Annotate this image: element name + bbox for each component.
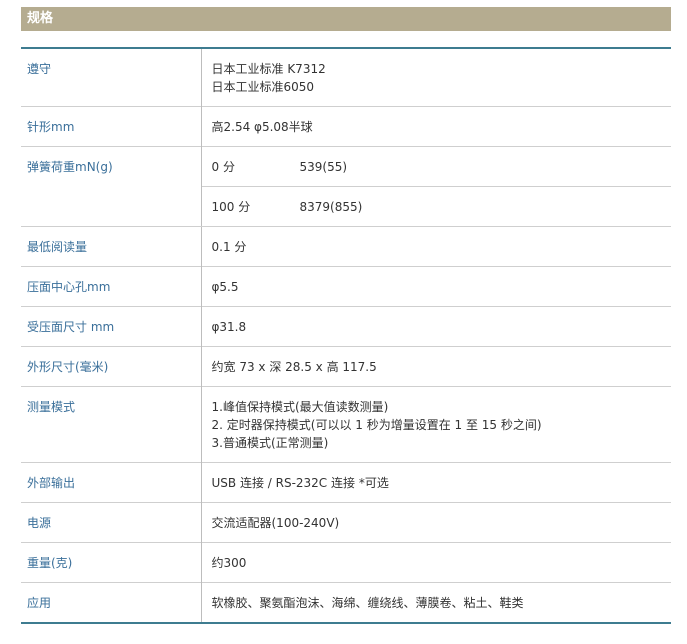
value-line: φ5.5 <box>211 280 239 294</box>
row-label: 针形mm <box>27 120 75 134</box>
row-label: 外部输出 <box>27 476 76 490</box>
table-row: 压面中心孔mm φ5.5 <box>21 266 671 307</box>
row-label: 受压面尺寸 mm <box>27 320 115 334</box>
table-row: 外形尺寸(毫米) 约宽 73 x 深 28.5 x 高 117.5 <box>21 346 671 387</box>
value-line: 日本工业标准6050 <box>211 80 315 94</box>
row-value: 1.峰值保持模式(最大值读数测量) 2. 定时器保持模式(可以以 1 秒为增量设… <box>200 386 671 463</box>
value-line: 3.普通模式(正常测量) <box>211 436 329 450</box>
value-pair: 0 分 539(55) <box>212 158 672 176</box>
row-label: 最低阅读量 <box>27 240 88 254</box>
table-row: 电源 交流适配器(100-240V) <box>21 502 671 543</box>
value-line: 0.1 分 <box>211 240 247 254</box>
value-line: 约300 <box>211 556 247 570</box>
table-row: 遵守 日本工业标准 K7312 日本工业标准6050 <box>21 48 671 107</box>
table-row: 测量模式 1.峰值保持模式(最大值读数测量) 2. 定时器保持模式(可以以 1 … <box>21 386 671 463</box>
value-line: 日本工业标准 K7312 <box>211 62 326 76</box>
pair-key: 100 分 <box>211 200 251 214</box>
row-value: 约宽 73 x 深 28.5 x 高 117.5 <box>200 346 671 387</box>
table-row: 外部输出 USB 连接 / RS-232C 连接 *可选 <box>21 462 671 503</box>
value-line: USB 连接 / RS-232C 连接 *可选 <box>211 476 389 490</box>
value-line: 约宽 73 x 深 28.5 x 高 117.5 <box>211 360 377 374</box>
row-label: 遵守 <box>27 62 52 76</box>
table-row: 重量(克) 约300 <box>21 542 671 583</box>
spec-section: 规格 遵守 日本工业标准 K7312 日本工业标准6050 针形mm 高2.54… <box>21 7 671 624</box>
row-value: USB 连接 / RS-232C 连接 *可选 <box>200 462 671 503</box>
table-row: 最低阅读量 0.1 分 <box>21 226 671 267</box>
row-value: 软橡胶、聚氨酯泡沫、海绵、缠绕线、薄膜卷、粘土、鞋类 <box>200 582 671 623</box>
row-value: 日本工业标准 K7312 日本工业标准6050 <box>200 48 671 107</box>
row-value: 0 分 539(55) <box>200 146 672 187</box>
row-label: 电源 <box>27 516 52 530</box>
value-line: 1.峰值保持模式(最大值读数测量) <box>211 400 389 414</box>
value-line: 软橡胶、聚氨酯泡沫、海绵、缠绕线、薄膜卷、粘土、鞋类 <box>211 596 524 610</box>
value-line: φ31.8 <box>211 320 247 334</box>
row-value: φ31.8 <box>200 306 671 347</box>
row-value: 0.1 分 <box>200 226 671 267</box>
table-row: 针形mm 高2.54 φ5.08半球 <box>21 106 671 147</box>
value-pair: 100 分 8379(855) <box>212 198 672 216</box>
value-line: 高2.54 φ5.08半球 <box>211 120 313 134</box>
spec-table: 遵守 日本工业标准 K7312 日本工业标准6050 针形mm 高2.54 φ5… <box>21 47 671 624</box>
row-value: φ5.5 <box>200 266 671 307</box>
table-row: 受压面尺寸 mm φ31.8 <box>21 306 671 347</box>
row-label: 外形尺寸(毫米) <box>27 360 109 374</box>
table-row: 弹簧荷重mN(g) 0 分 539(55) <box>21 146 672 227</box>
row-value: 100 分 8379(855) <box>200 186 672 227</box>
row-label: 压面中心孔mm <box>27 280 111 294</box>
row-value: 交流适配器(100-240V) <box>200 502 671 543</box>
row-label: 测量模式 <box>27 400 76 414</box>
table-row: 应用 软橡胶、聚氨酯泡沫、海绵、缠绕线、薄膜卷、粘土、鞋类 <box>21 582 671 623</box>
section-title: 规格 <box>21 7 671 31</box>
row-label: 重量(克) <box>27 556 73 570</box>
value-line: 2. 定时器保持模式(可以以 1 秒为增量设置在 1 至 15 秒之间) <box>211 418 542 432</box>
row-value: 高2.54 φ5.08半球 <box>200 106 671 147</box>
row-label: 弹簧荷重mN(g) <box>21 146 201 227</box>
pair-value: 539(55) <box>299 160 348 174</box>
value-line: 交流适配器(100-240V) <box>211 516 340 530</box>
row-label: 应用 <box>27 596 52 610</box>
row-value: 约300 <box>200 542 671 583</box>
pair-value: 8379(855) <box>299 200 363 214</box>
pair-key: 0 分 <box>211 160 235 174</box>
